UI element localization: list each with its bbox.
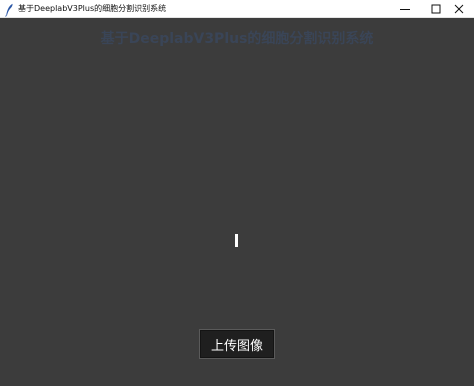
- minimize-icon: [399, 8, 410, 10]
- image-placeholder-marker: [235, 234, 238, 247]
- minimize-button[interactable]: [389, 0, 420, 17]
- app-window: 基于DeeplabV3Plus的细胞分割识别系统 基于DeeplabV3Plus…: [0, 0, 474, 386]
- main-content: 基于DeeplabV3Plus的细胞分割识别系统 上传图像: [0, 18, 474, 386]
- close-button[interactable]: [443, 0, 474, 17]
- upload-image-button[interactable]: 上传图像: [199, 329, 275, 359]
- close-icon: [454, 4, 463, 13]
- window-title: 基于DeeplabV3Plus的细胞分割识别系统: [18, 4, 167, 13]
- page-title: 基于DeeplabV3Plus的细胞分割识别系统: [100, 31, 374, 47]
- maximize-icon: [431, 4, 440, 13]
- title-bar[interactable]: 基于DeeplabV3Plus的细胞分割识别系统: [0, 0, 474, 18]
- feather-icon: [4, 2, 15, 17]
